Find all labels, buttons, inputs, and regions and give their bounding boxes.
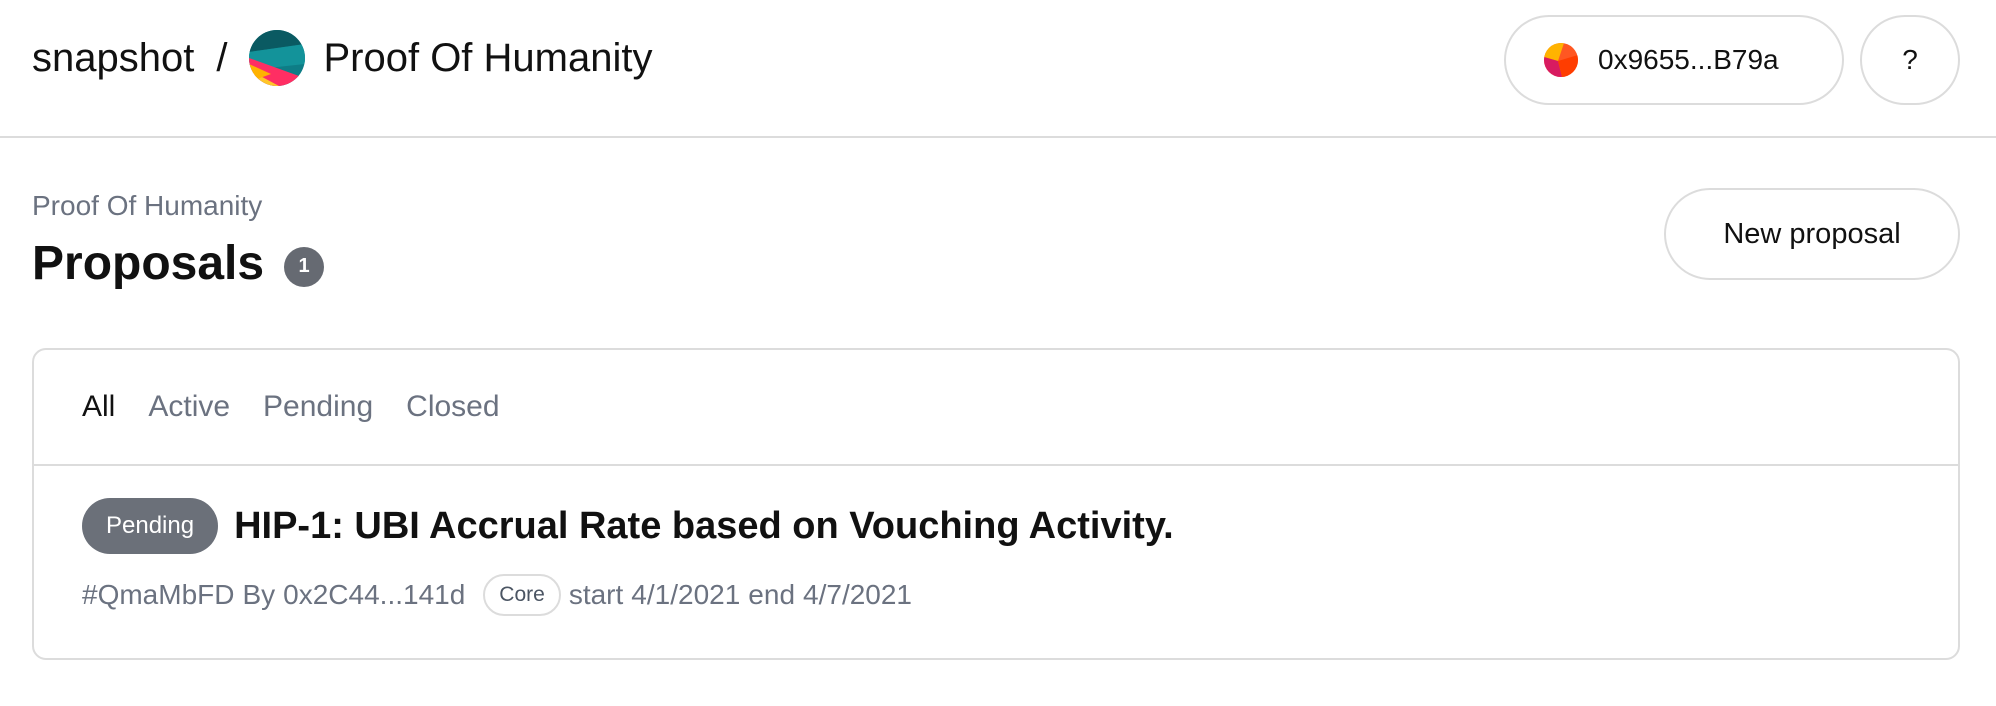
proposal-start-date: 4/1/2021 bbox=[631, 579, 741, 610]
snapshot-logo-link[interactable]: snapshot bbox=[32, 36, 194, 81]
tab-closed[interactable]: Closed bbox=[406, 390, 499, 424]
top-navbar: snapshot / Proof Of Humanity 0x9655...B7… bbox=[0, 0, 1996, 138]
space-breadcrumb[interactable]: Proof Of Humanity bbox=[32, 190, 262, 222]
proposal-by-label: By bbox=[242, 579, 276, 610]
proposal-meta: #QmaMbFD By 0x2C44...141d Core start 4/1… bbox=[82, 574, 912, 616]
account-button[interactable]: 0x9655...B79a bbox=[1504, 15, 1844, 105]
tab-active[interactable]: Active bbox=[148, 390, 230, 424]
tab-all[interactable]: All bbox=[82, 390, 115, 424]
proposal-filter-tabs: All Active Pending Closed bbox=[34, 350, 1958, 466]
proposal-end-label: end bbox=[748, 579, 796, 610]
proposal-start-label: start bbox=[568, 579, 624, 610]
page-title-row: Proposals 1 bbox=[32, 236, 325, 291]
space-avatar-icon[interactable] bbox=[249, 30, 306, 86]
brand-breadcrumb: snapshot / Proof Of Humanity bbox=[32, 28, 652, 88]
proposal-list-item[interactable]: Pending HIP-1: UBI Accrual Rate based on… bbox=[34, 466, 1958, 658]
new-proposal-button[interactable]: New proposal bbox=[1664, 188, 1960, 280]
proposal-header: Pending HIP-1: UBI Accrual Rate based on… bbox=[82, 498, 1174, 554]
proposal-author[interactable]: 0x2C44...141d bbox=[283, 579, 465, 611]
proposals-card: All Active Pending Closed Pending HIP-1:… bbox=[32, 348, 1960, 660]
proposal-state-badge: Pending bbox=[82, 498, 219, 554]
proposal-title[interactable]: HIP-1: UBI Accrual Rate based on Vouchin… bbox=[234, 505, 1174, 548]
account-avatar-icon bbox=[1544, 43, 1578, 77]
help-button[interactable]: ? bbox=[1860, 15, 1960, 105]
proposal-count-badge: 1 bbox=[284, 246, 325, 287]
proposal-id: #QmaMbFD bbox=[82, 579, 235, 610]
header-actions: 0x9655...B79a ? bbox=[1504, 15, 1960, 105]
proposal-end-date: 4/7/2021 bbox=[803, 579, 913, 610]
space-name[interactable]: Proof Of Humanity bbox=[323, 36, 652, 81]
proposal-tag: Core bbox=[483, 574, 561, 616]
account-address: 0x9655...B79a bbox=[1598, 44, 1779, 75]
page-title: Proposals bbox=[32, 237, 265, 290]
breadcrumb-separator: / bbox=[216, 35, 228, 80]
tab-pending[interactable]: Pending bbox=[263, 390, 373, 424]
